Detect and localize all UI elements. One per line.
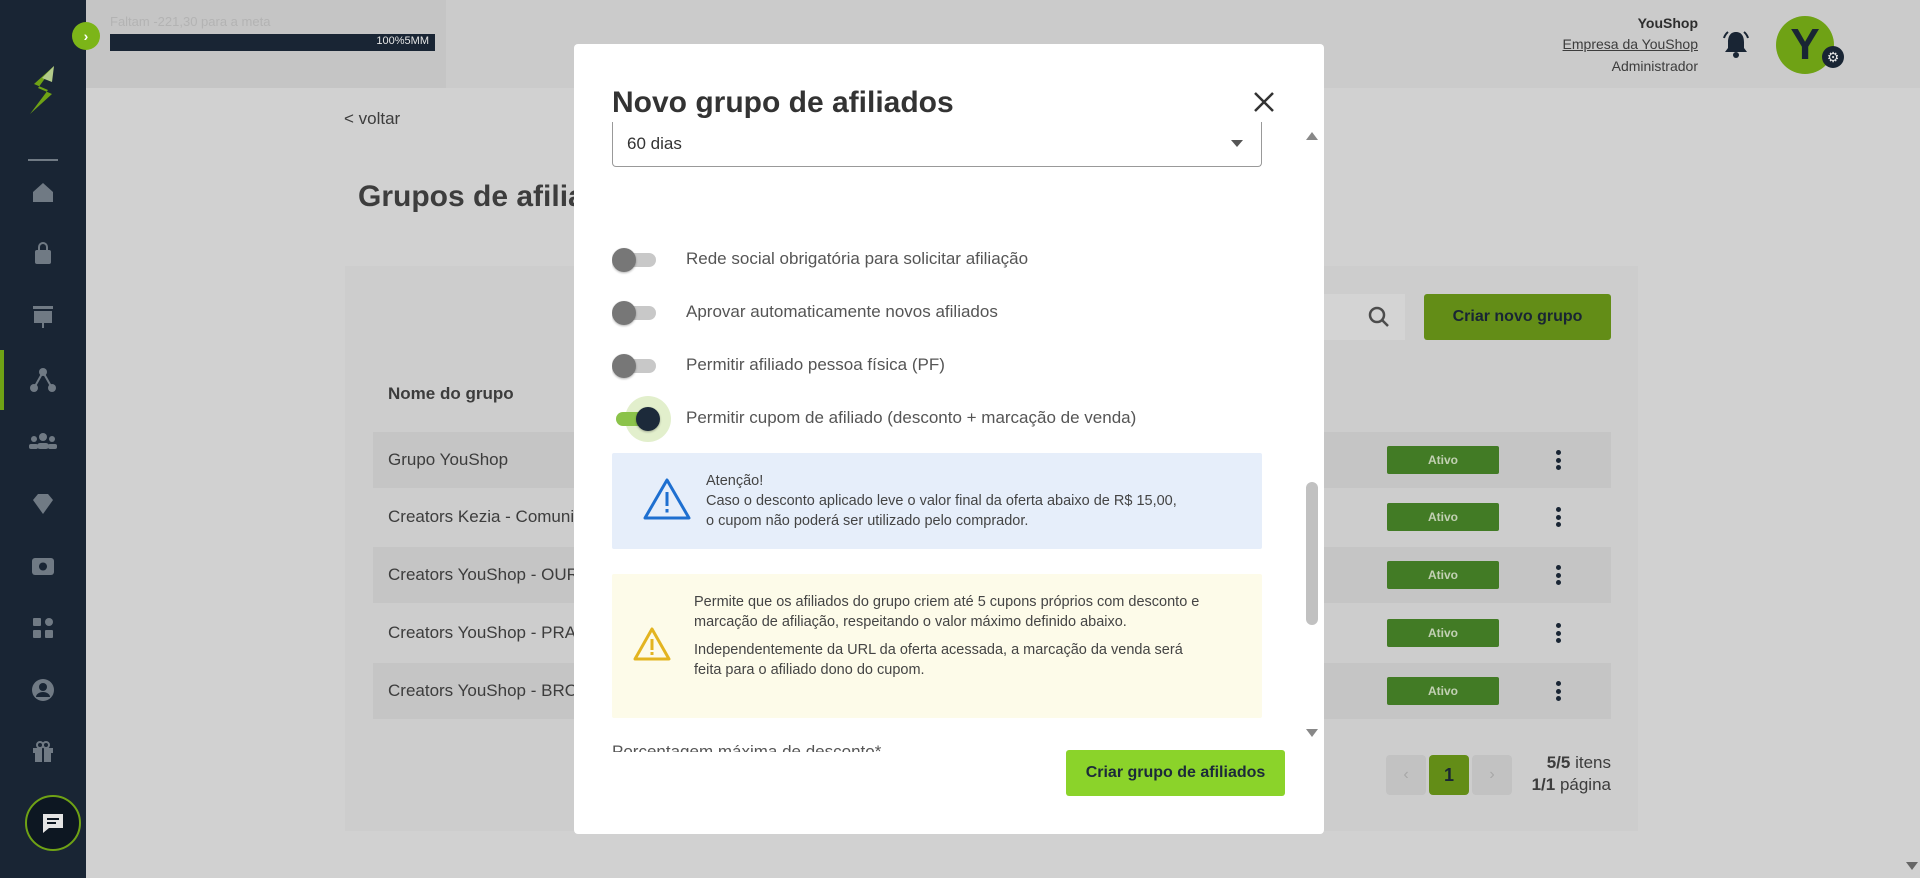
create-affiliate-group-button[interactable]: Criar grupo de afiliados: [1066, 750, 1285, 796]
info-line: Caso o desconto aplicado leve o valor fi…: [706, 493, 1177, 509]
warning-triangle-icon: [633, 627, 671, 661]
attention-info-box: Atenção! Caso o desconto aplicado leve o…: [612, 453, 1262, 549]
scroll-thumb[interactable]: [1306, 482, 1318, 625]
scroll-up-icon[interactable]: [1306, 132, 1318, 140]
info-line: o cupom não poderá ser utilizado pelo co…: [706, 513, 1029, 529]
new-affiliate-group-modal: Novo grupo de afiliados 60 dias Rede soc…: [574, 44, 1324, 834]
toggle-label: Permitir afiliado pessoa física (PF): [686, 355, 945, 374]
period-select-value: 60 dias: [627, 134, 682, 153]
max-discount-label: Porcentagem máxima de desconto*: [612, 742, 882, 752]
toggle-social-required[interactable]: Rede social obrigatória para solicitar a…: [612, 245, 1262, 275]
expand-sidebar-button[interactable]: ›: [72, 22, 100, 50]
period-select[interactable]: 60 dias: [612, 122, 1262, 167]
close-icon[interactable]: [1250, 88, 1278, 116]
warning-paragraph: Permite que os afiliados do grupo criem …: [694, 594, 1200, 630]
warning-triangle-icon: [643, 478, 691, 520]
toggle-allow-coupon[interactable]: Permitir cupom de afiliado (desconto + m…: [612, 396, 1262, 442]
coupon-warning-box: Permite que os afiliados do grupo criem …: [612, 574, 1262, 718]
chevron-down-icon: [1231, 140, 1243, 147]
scroll-down-icon[interactable]: [1306, 729, 1318, 737]
modal-scrollbar[interactable]: [1304, 132, 1320, 742]
toggle-label: Permitir cupom de afiliado (desconto + m…: [686, 408, 1137, 427]
toggle-auto-approve[interactable]: Aprovar automaticamente novos afiliados: [612, 298, 1262, 328]
warning-paragraph: Independentemente da URL da oferta acess…: [694, 642, 1183, 678]
modal-body: 60 dias Rede social obrigatória para sol…: [612, 122, 1292, 752]
modal-title: Novo grupo de afiliados: [612, 86, 954, 119]
chevron-right-icon: ›: [83, 28, 89, 44]
toggle-label: Aprovar automaticamente novos afiliados: [686, 302, 998, 321]
info-heading: Atenção!: [706, 473, 764, 489]
page-scroll-down-icon[interactable]: [1906, 862, 1918, 870]
toggle-allow-pf[interactable]: Permitir afiliado pessoa física (PF): [612, 351, 1262, 381]
toggle-label: Rede social obrigatória para solicitar a…: [686, 249, 1029, 268]
